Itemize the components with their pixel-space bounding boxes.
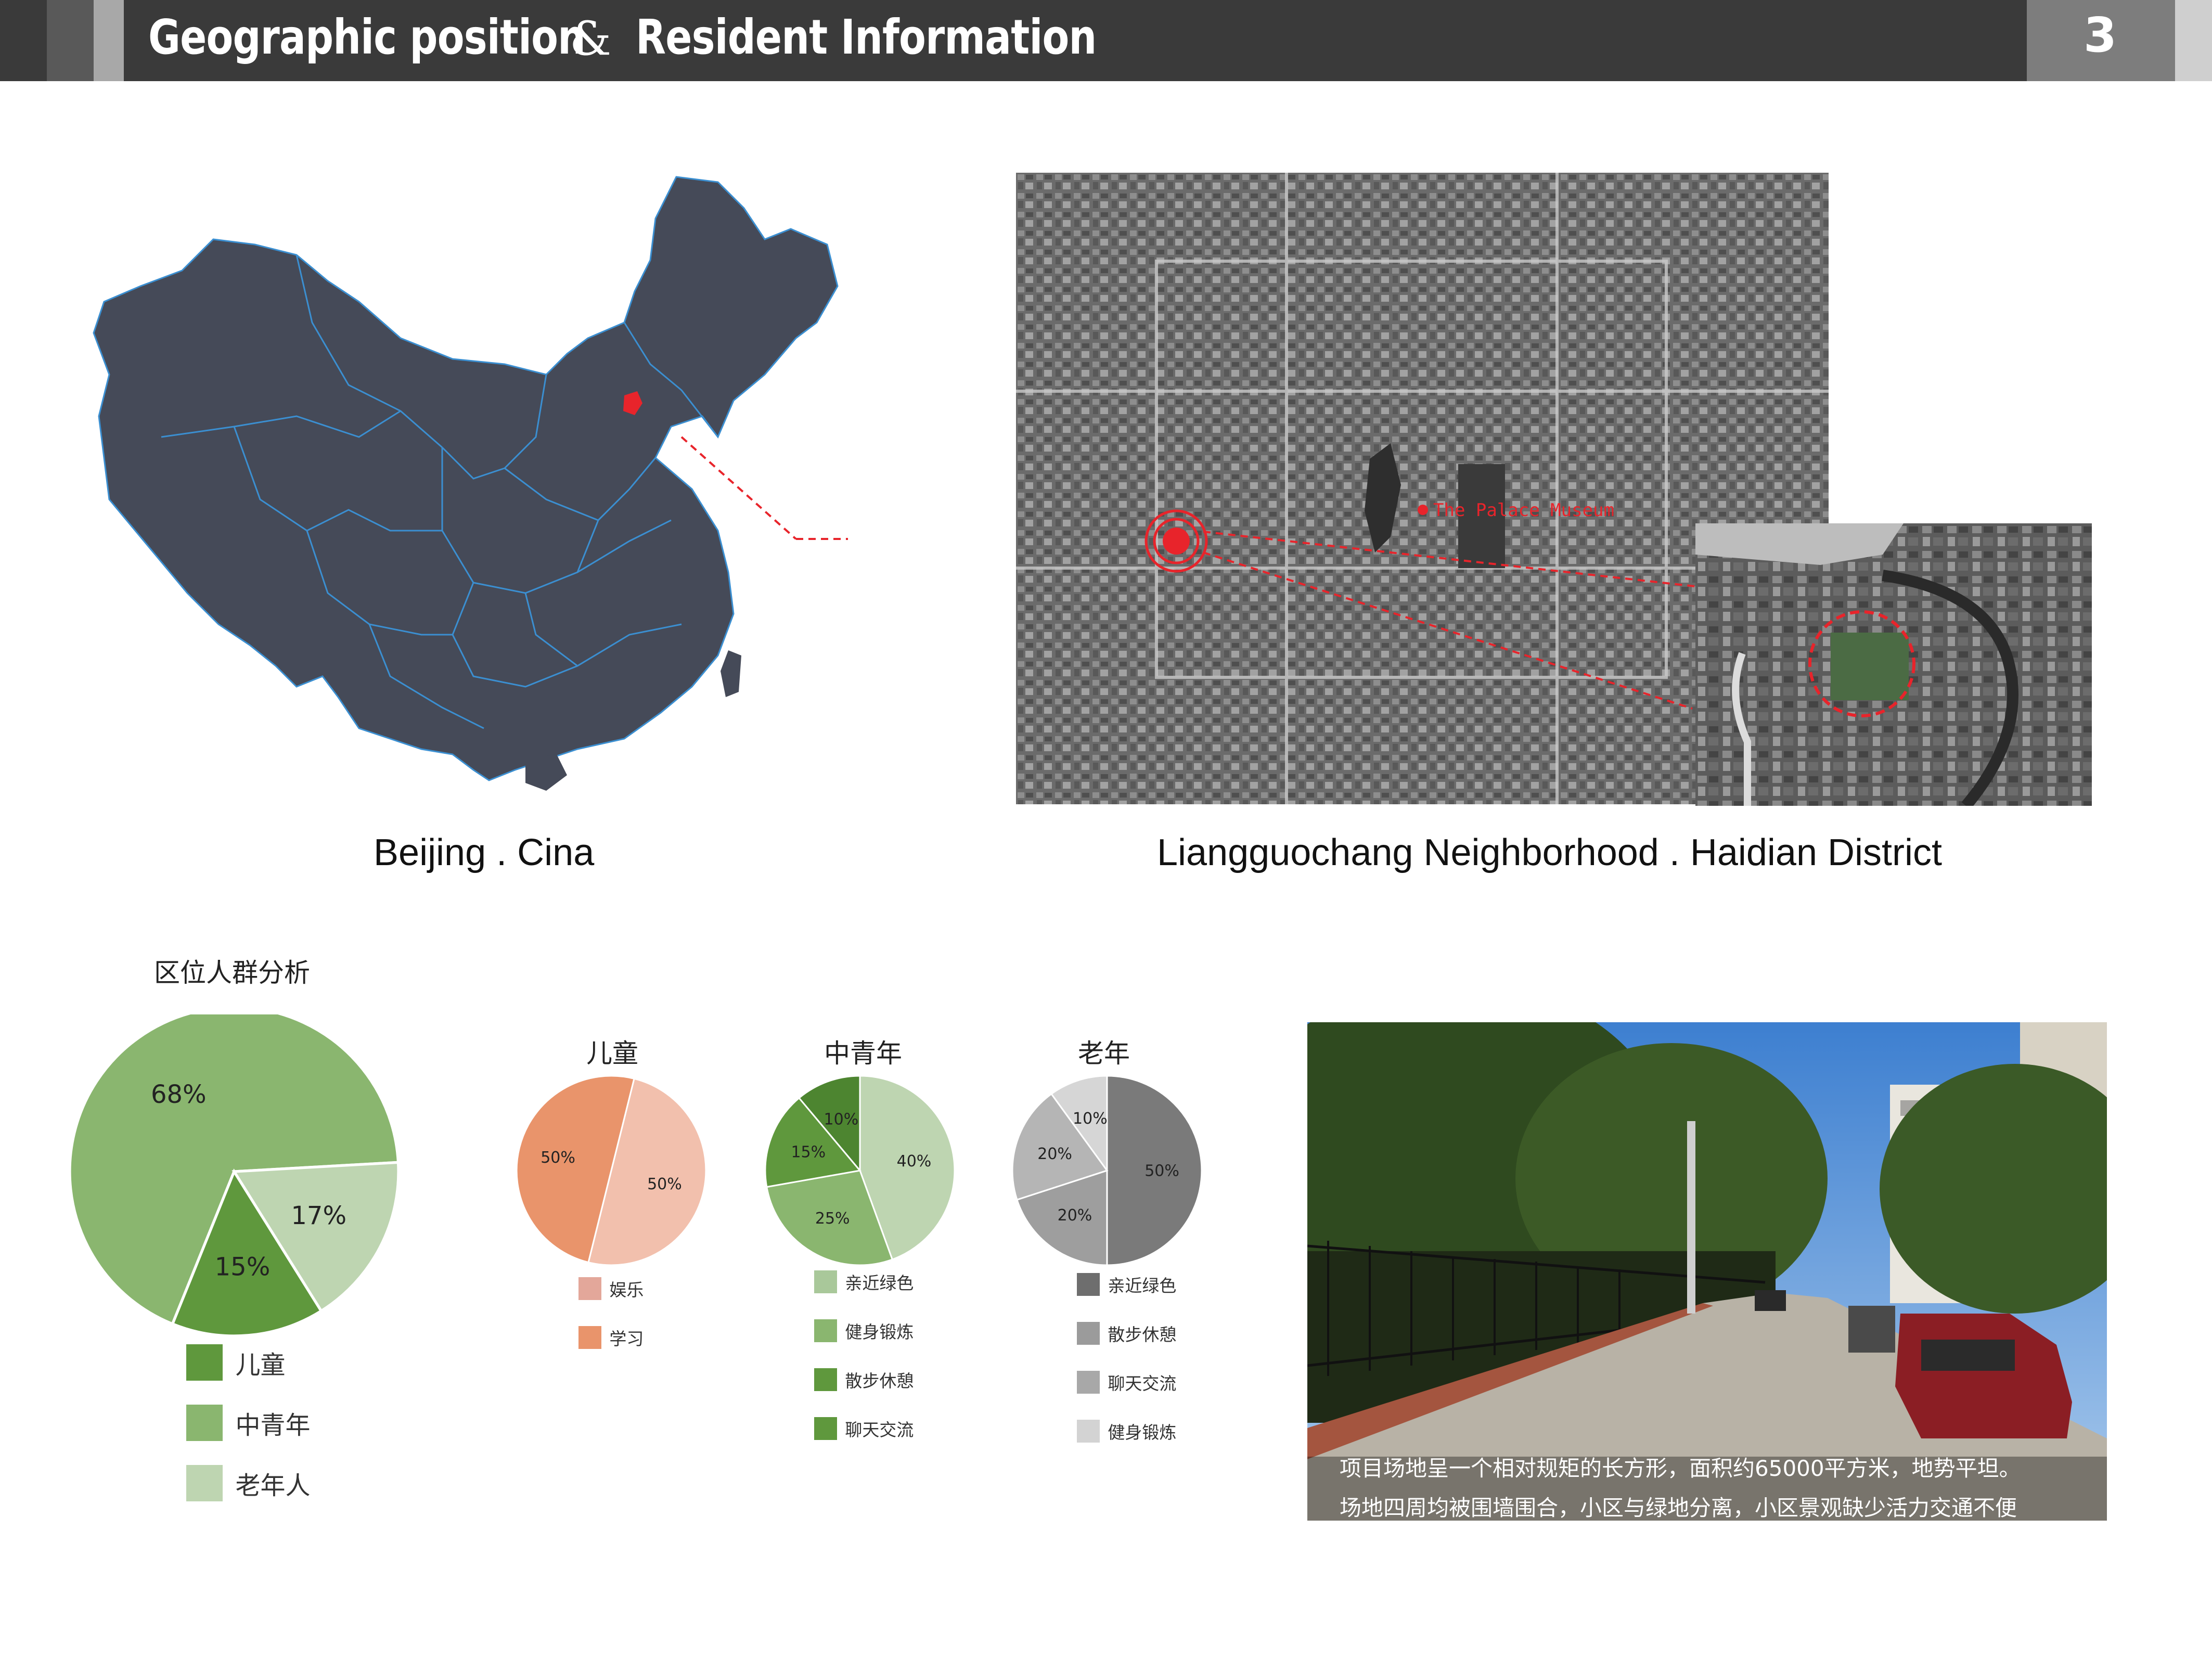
china-caption: Beijing . Cina	[374, 832, 595, 873]
legend-children: 娱乐 学习	[578, 1277, 644, 1375]
legend-item: 娱乐	[578, 1277, 644, 1300]
legend-swatch	[186, 1344, 223, 1381]
pie-chart-adults: 40% 25% 15% 10%	[764, 1075, 956, 1266]
page-title-right: Resident Information	[636, 9, 1097, 65]
legend-label: 散步休憩	[845, 1371, 914, 1391]
legend-item: 聊天交流	[814, 1417, 914, 1440]
pie-label-学习: 50%	[647, 1175, 682, 1193]
legend-elderly: 亲近绿色散步休憩聊天交流健身锻炼	[1077, 1273, 1176, 1469]
legend-swatch	[814, 1417, 837, 1440]
legend-label: 亲近绿色	[845, 1273, 914, 1293]
chart-title-district: 区位人群分析	[154, 958, 310, 988]
header-accent-dark	[47, 0, 94, 81]
hainan-island	[525, 754, 567, 791]
pie-chart-elderly: 50%20%20%10%	[1011, 1075, 1203, 1266]
site-caption: Liangguochang Neighborhood . Haidian Dis…	[1157, 832, 1942, 873]
pie-label-儿童: 15%	[215, 1252, 271, 1281]
legend-swatch	[578, 1326, 601, 1349]
legend-label: 聊天交流	[1108, 1373, 1177, 1394]
taiwan-island	[721, 650, 741, 697]
legend-item: 聊天交流	[1077, 1371, 1176, 1394]
chart-title-adults: 中青年	[824, 1038, 902, 1069]
legend-label: 健身锻炼	[845, 1322, 914, 1342]
legend-item: 亲近绿色	[1077, 1273, 1176, 1296]
legend-item: 亲近绿色	[814, 1270, 914, 1293]
pie-label-聊天交流: 20%	[1037, 1145, 1072, 1163]
chart-title-children: 儿童	[586, 1038, 638, 1069]
legend-item: 中青年	[186, 1405, 311, 1441]
palace-museum-dot	[1418, 505, 1428, 515]
china-map	[93, 176, 848, 791]
legend-swatch	[186, 1465, 223, 1501]
page-number: 3	[2084, 7, 2117, 63]
street-caption-line-2: 场地四周均被围墙围合，小区与绿地分离，小区景观缺少活力交通不便	[1340, 1495, 2017, 1521]
pie-chart-children: 50% 50%	[516, 1075, 707, 1266]
legend-swatch	[578, 1277, 601, 1300]
pie-label-健身锻炼: 10%	[1073, 1110, 1108, 1128]
pie-label-老年人: 17%	[291, 1201, 346, 1230]
legend-swatch	[1077, 1322, 1100, 1345]
pie-chart-district: 68% 17% 15%	[68, 1014, 400, 1338]
legend-swatch	[814, 1319, 837, 1342]
legend-label: 学习	[609, 1329, 644, 1349]
pie-label-散步休憩: 20%	[1058, 1206, 1092, 1225]
legend-item: 散步休憩	[1077, 1322, 1176, 1345]
pie-label-亲近绿色: 50%	[1144, 1162, 1179, 1180]
legend-label: 健身锻炼	[1108, 1422, 1177, 1443]
legend-swatch	[814, 1368, 837, 1391]
legend-label: 娱乐	[609, 1280, 644, 1300]
inset-map	[1695, 523, 2092, 810]
legend-label: 聊天交流	[845, 1420, 914, 1440]
legend-label: 中青年	[235, 1411, 311, 1440]
legend-item: 健身锻炼	[814, 1319, 914, 1342]
chart-title-elderly: 老年	[1078, 1038, 1130, 1069]
pie-label-聊天交流: 10%	[824, 1110, 859, 1128]
legend-label: 儿童	[235, 1351, 286, 1380]
legend-adults: 亲近绿色健身锻炼散步休憩聊天交流	[814, 1270, 914, 1466]
legend-swatch	[1077, 1420, 1100, 1443]
pie-label-娱乐: 50%	[541, 1149, 575, 1167]
pie-label-亲近绿色: 40%	[897, 1152, 932, 1171]
pie-label-健身锻炼: 25%	[815, 1210, 850, 1228]
page-title-left: Geographic position	[148, 9, 586, 65]
pie-label-中青年: 68%	[151, 1080, 207, 1109]
legend-item: 儿童	[186, 1344, 311, 1381]
header-accent-light	[94, 0, 124, 81]
legend-item: 学习	[578, 1326, 644, 1349]
header-accent-right	[2175, 0, 2212, 81]
legend-swatch	[186, 1405, 223, 1441]
legend-swatch	[1077, 1273, 1100, 1296]
legend-item: 老年人	[186, 1465, 311, 1501]
street-caption: 项目场地呈一个相对规矩的长方形，面积约65000平方米，地势平坦。 场地四周均被…	[1340, 1449, 2094, 1528]
title-ampersand: &	[570, 11, 612, 66]
legend-label: 散步休憩	[1108, 1324, 1177, 1345]
legend-district: 儿童 中青年 老年人	[186, 1344, 311, 1525]
street-photo	[1234, 981, 2150, 1521]
pie-label-散步休憩: 15%	[791, 1143, 826, 1161]
legend-item: 散步休憩	[814, 1368, 914, 1391]
site-green-area	[1831, 633, 1909, 700]
legend-swatch	[1077, 1371, 1100, 1394]
legend-item: 健身锻炼	[1077, 1420, 1176, 1443]
legend-swatch	[814, 1270, 837, 1293]
legend-label: 亲近绿色	[1108, 1276, 1177, 1296]
legend-label: 老年人	[235, 1471, 311, 1500]
street-caption-line-1: 项目场地呈一个相对规矩的长方形，面积约65000平方米，地势平坦。	[1340, 1456, 2021, 1481]
palace-museum-label: The Palace Museum	[1433, 500, 1614, 521]
